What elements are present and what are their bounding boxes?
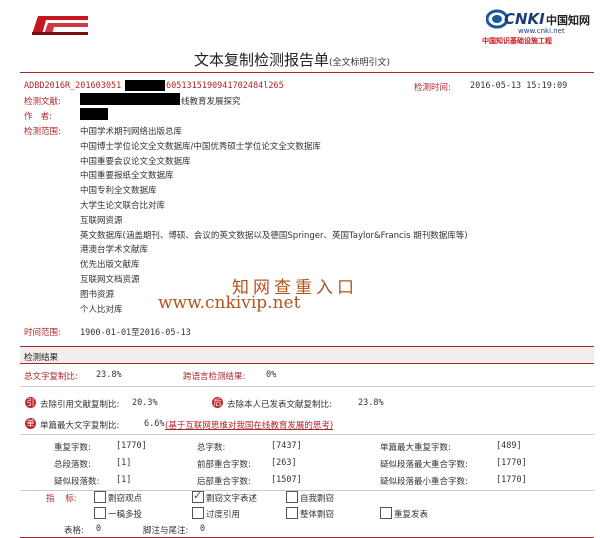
report-title-main: 文本复制检测报告单 [194, 51, 330, 69]
scope-item: 大学生论文联合比对库 [80, 200, 166, 211]
watermark-url: www.cnkivip.net [158, 293, 301, 313]
scope-item: 中国重要会议论文全文数据库 [80, 156, 191, 167]
max-single-source[interactable]: (基于互联网思维对我国在线教育发展的思考) [165, 419, 333, 431]
indicator-option: 自我剽窃 [300, 494, 335, 504]
exclude-cite-value: 20.3% [132, 398, 158, 408]
indicator-checkbox[interactable] [94, 491, 106, 503]
scope-item: 中国博士学位论文全文数据库/中国优秀硕士学位论文全文数据库 [80, 141, 321, 152]
stat-value: [1770] [116, 441, 147, 451]
cross-language-label: 跨语言检测结果: [183, 372, 246, 382]
checkmark-icon: ✓ [193, 489, 203, 502]
cnki-url: www.cnki.net [518, 27, 565, 35]
indicator-option: 过度引用 [206, 510, 241, 520]
footnotes-label: 脚注与尾注: [143, 526, 189, 536]
indicator-option: 一稿多投 [108, 510, 143, 520]
indicator-checkbox[interactable] [94, 507, 106, 519]
indicator-checkbox[interactable] [286, 507, 298, 519]
indicator-option: 整体剽窃 [300, 510, 335, 520]
indicator-option: 重复发表 [394, 510, 429, 520]
stat-label: 后部重合字数: [197, 477, 251, 487]
results-heading-bar [20, 347, 594, 364]
stat-value: [489] [496, 441, 522, 451]
single-icon: 单 [25, 418, 36, 429]
max-single-value: 6.6% [144, 419, 165, 429]
cnki-subtitle: 中国知识基础设施工程 [482, 37, 552, 45]
report-id-left: ADBD2016R_201603051 [24, 81, 122, 91]
cnki-logo: CNKI 中国知网 www.cnki.net 中国知识基础设施工程 [482, 9, 590, 45]
redaction-block [125, 80, 165, 91]
doc-label: 检测文献: [24, 97, 61, 107]
scope-item: 港澳台学术文献库 [80, 245, 149, 256]
scope-item: 中国专利全文数据库 [80, 186, 157, 197]
tables-label: 表格: [64, 526, 84, 536]
stat-value: [263] [271, 458, 297, 468]
scope-label: 检测范围: [24, 127, 61, 137]
range-label: 时间范围: [24, 328, 61, 338]
author-label: 作 者: [24, 112, 52, 122]
exclude-self-label: 去除本人已发表文献复制比: [227, 400, 332, 410]
stat-label: 疑似段落最小重合字数: [380, 477, 468, 487]
redaction-block [80, 93, 180, 105]
self-icon: 后 [212, 397, 223, 408]
stat-label: 疑似段落数: [54, 477, 100, 487]
amlc-logo [28, 14, 92, 36]
stat-label: 总字数: [197, 443, 226, 453]
indicator-label: 指 标: [46, 494, 77, 504]
scope-item: 中国学术期刊网络出版总库 [80, 127, 183, 137]
stat-value: [1507] [271, 475, 302, 485]
cnki-wordmark: CNKI [504, 10, 545, 28]
cross-language-value: 0% [266, 370, 277, 380]
total-copy-value: 23.8% [96, 370, 122, 380]
scope-item: 英文数据库(涵盖期刊、博硕、会议的英文数据以及德国Springer、英国Tayl… [80, 230, 468, 241]
results-heading: 检测结果 [24, 353, 59, 363]
stat-value: [1] [116, 475, 132, 485]
stat-label: 前部重合字数: [197, 460, 251, 470]
check-time-value: 2016-05-13 15:19:09 [470, 81, 568, 91]
range-value: 1900-01-01至2016-05-13 [80, 328, 191, 338]
stat-value: [1770] [496, 458, 527, 468]
report-title: 文本复制检测报告单(全文标明引文) [194, 49, 390, 70]
footnotes-value: 0 [200, 524, 206, 534]
indicator-option: 剽窃观点 [108, 494, 143, 504]
max-single-label: 单篇最大文字复制比: [40, 421, 120, 431]
doc-title: 线教育发展探究 [181, 97, 241, 107]
scope-item: 优先出版文献库 [80, 260, 140, 271]
redaction-block [80, 108, 108, 120]
cnki-chinese-name: 中国知网 [546, 14, 590, 27]
exclude-self-value: 23.8% [358, 398, 384, 408]
check-time-label: 检测时间: [414, 83, 451, 93]
cite-icon: 引 [25, 397, 36, 408]
stat-value: [7437] [271, 441, 302, 451]
indicator-checkbox[interactable] [286, 491, 298, 503]
stat-label: 总段落数: [54, 460, 91, 470]
report-title-suffix: (全文标明引文) [329, 58, 391, 68]
indicator-option: 剽窃文字表述 [206, 494, 258, 504]
header-rule [20, 72, 594, 73]
report-id-right: 6051315190941702484l265 [166, 81, 284, 91]
scope-item: 中国重要报纸全文数据库 [80, 171, 174, 182]
indicator-checkbox[interactable] [192, 507, 204, 519]
exclude-cite-label: 去除引用文献复制比: [40, 400, 120, 410]
stat-value: [1770] [496, 475, 527, 485]
stat-label: 疑似段落最大重合字数: [380, 460, 468, 470]
scope-item: 互联网资源 [80, 215, 123, 226]
stat-value: [1] [116, 458, 132, 468]
total-copy-label: 总文字复制比: [24, 372, 78, 382]
stat-label: 单篇最大重复字数: [380, 443, 451, 453]
results-divider [20, 386, 594, 387]
tables-value: 0 [96, 524, 102, 534]
indicator-checkbox[interactable] [380, 507, 392, 519]
stat-label: 重复字数: [54, 443, 91, 453]
